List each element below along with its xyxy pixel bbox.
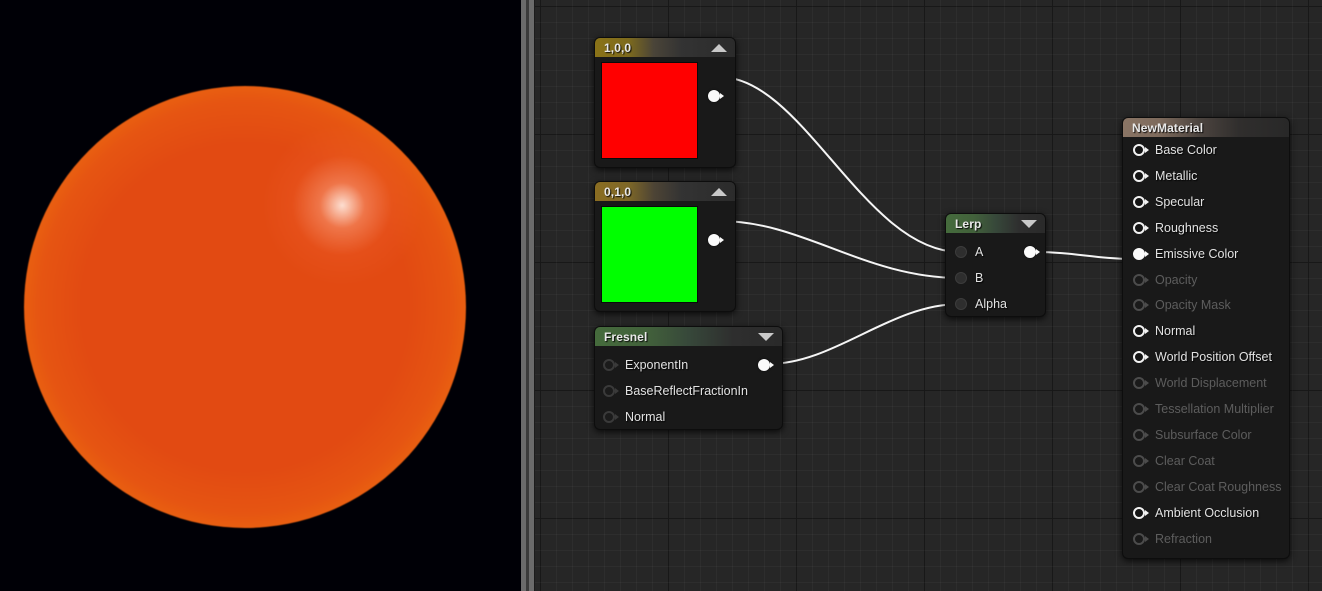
viewport-graph-splitter[interactable] <box>521 0 535 591</box>
input-label-a: A <box>975 245 983 259</box>
material-input-pin-opacity[interactable] <box>1133 274 1146 287</box>
node-lerp[interactable]: Lerp A B Alpha <box>945 213 1046 317</box>
material-input-row[interactable]: Roughness <box>1123 215 1289 241</box>
material-input-row[interactable]: Emissive Color <box>1123 241 1289 267</box>
chevron-down-icon[interactable] <box>1021 220 1037 228</box>
material-input-row[interactable]: Subsurface Color <box>1123 422 1289 448</box>
input-label-alpha: Alpha <box>975 297 1007 311</box>
material-input-row[interactable]: Clear Coat Roughness <box>1123 474 1289 500</box>
material-input-pin-roughness[interactable] <box>1133 222 1146 235</box>
node-body: ExponentIn BaseReflectFractionIn Normal <box>595 346 782 430</box>
output-pin[interactable] <box>708 234 721 247</box>
material-input-row[interactable]: World Position Offset <box>1123 344 1289 370</box>
material-input-pin-normal[interactable] <box>1133 325 1146 338</box>
material-input-pin-subsurface-color[interactable] <box>1133 429 1146 442</box>
material-input-label-opacity: Opacity <box>1155 273 1197 287</box>
material-input-row[interactable]: Metallic <box>1123 163 1289 189</box>
node-body <box>595 201 735 312</box>
input-pin-basereflectfractionin[interactable] <box>603 385 616 398</box>
material-input-row[interactable]: Base Color <box>1123 137 1289 163</box>
node-title-label: 0,1,0 <box>604 185 631 199</box>
material-input-row[interactable]: Opacity Mask <box>1123 292 1289 318</box>
material-input-pin-emissive-color[interactable] <box>1133 248 1146 261</box>
material-input-pin-world-displacement[interactable] <box>1133 377 1146 390</box>
material-input-label-opacity-mask: Opacity Mask <box>1155 298 1231 312</box>
node-title-bar[interactable]: Lerp <box>946 214 1045 233</box>
material-input-pin-clear-coat[interactable] <box>1133 455 1146 468</box>
material-input-pin-opacity-mask[interactable] <box>1133 299 1146 312</box>
material-input-pin-ambient-occlusion[interactable] <box>1133 507 1146 520</box>
material-input-label-normal: Normal <box>1155 324 1195 338</box>
preview-sphere <box>24 86 466 528</box>
color-swatch-green[interactable] <box>601 206 698 303</box>
material-input-label-subsurface-color: Subsurface Color <box>1155 428 1252 442</box>
material-input-pin-clear-coat-roughness[interactable] <box>1133 481 1146 494</box>
node-title-bar[interactable]: Fresnel <box>595 327 782 346</box>
material-input-row[interactable]: Ambient Occlusion <box>1123 500 1289 526</box>
input-pin-a[interactable] <box>955 246 968 259</box>
material-input-row[interactable]: Clear Coat <box>1123 448 1289 474</box>
node-fresnel[interactable]: Fresnel ExponentIn BaseReflectFractionIn… <box>594 326 783 430</box>
material-editor-window: 1,0,0 0,1,0 <box>0 0 1322 591</box>
material-input-pin-tessellation-multiplier[interactable] <box>1133 403 1146 416</box>
material-input-row[interactable]: Normal <box>1123 318 1289 344</box>
node-new-material[interactable]: NewMaterial Base Color Metallic Specular Ro… <box>1122 117 1290 559</box>
node-constant-red[interactable]: 1,0,0 <box>594 37 736 168</box>
material-input-pin-refraction[interactable] <box>1133 533 1146 546</box>
material-input-row[interactable]: Refraction <box>1123 526 1289 552</box>
material-input-label-emissive-color: Emissive Color <box>1155 247 1238 261</box>
material-input-label-clear-coat: Clear Coat <box>1155 454 1215 468</box>
material-input-pin-base-color[interactable] <box>1133 144 1146 157</box>
material-input-row[interactable]: Specular <box>1123 189 1289 215</box>
material-input-label-world-position-offset: World Position Offset <box>1155 350 1272 364</box>
material-input-label-world-displacement: World Displacement <box>1155 376 1267 390</box>
material-input-label-refraction: Refraction <box>1155 532 1212 546</box>
material-input-label-ambient-occlusion: Ambient Occlusion <box>1155 506 1259 520</box>
node-title-label: 1,0,0 <box>604 41 631 55</box>
input-pin-alpha[interactable] <box>955 298 968 311</box>
node-title-bar[interactable]: 1,0,0 <box>595 38 735 57</box>
material-node-graph[interactable]: 1,0,0 0,1,0 <box>535 0 1322 591</box>
node-body <box>595 57 735 168</box>
material-input-label-roughness: Roughness <box>1155 221 1218 235</box>
material-input-label-tessellation-multiplier: Tessellation Multiplier <box>1155 402 1274 416</box>
material-input-label-specular: Specular <box>1155 195 1204 209</box>
material-input-label-base-color: Base Color <box>1155 143 1217 157</box>
material-input-row[interactable]: World Displacement <box>1123 370 1289 396</box>
node-title-label: NewMaterial <box>1132 121 1203 135</box>
material-input-label-clear-coat-roughness: Clear Coat Roughness <box>1155 480 1281 494</box>
input-label-normal: Normal <box>625 410 665 424</box>
material-input-row[interactable]: Tessellation Multiplier <box>1123 396 1289 422</box>
output-pin[interactable] <box>708 90 721 103</box>
material-input-row[interactable]: Opacity <box>1123 267 1289 293</box>
input-label-exponentin: ExponentIn <box>625 358 688 372</box>
node-title-label: Fresnel <box>604 330 647 344</box>
node-constant-green[interactable]: 0,1,0 <box>594 181 736 312</box>
node-title-bar[interactable]: NewMaterial <box>1123 118 1289 137</box>
input-pin-b[interactable] <box>955 272 968 285</box>
material-input-pin-world-position-offset[interactable] <box>1133 351 1146 364</box>
input-pin-exponentin[interactable] <box>603 359 616 372</box>
material-preview-viewport[interactable] <box>0 0 521 591</box>
node-body: Base Color Metallic Specular Roughness Emiss… <box>1123 137 1289 559</box>
input-pin-normal[interactable] <box>603 411 616 424</box>
chevron-up-icon[interactable] <box>711 188 727 196</box>
chevron-up-icon[interactable] <box>711 44 727 52</box>
material-input-pin-specular[interactable] <box>1133 196 1146 209</box>
input-label-basereflectfractionin: BaseReflectFractionIn <box>625 384 748 398</box>
chevron-down-icon[interactable] <box>758 333 774 341</box>
output-pin[interactable] <box>1024 246 1037 259</box>
color-swatch-red[interactable] <box>601 62 698 159</box>
output-pin[interactable] <box>758 359 771 372</box>
material-input-label-metallic: Metallic <box>1155 169 1197 183</box>
node-body: A B Alpha <box>946 233 1045 317</box>
node-title-bar[interactable]: 0,1,0 <box>595 182 735 201</box>
material-input-pin-metallic[interactable] <box>1133 170 1146 183</box>
input-label-b: B <box>975 271 983 285</box>
node-title-label: Lerp <box>955 217 981 231</box>
